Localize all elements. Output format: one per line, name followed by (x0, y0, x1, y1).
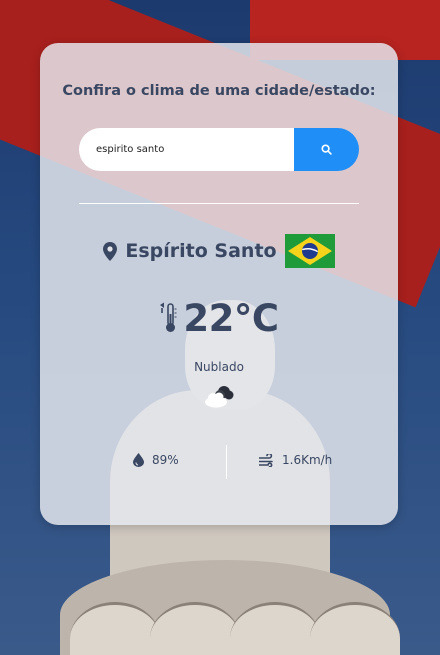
thermometer-icon (160, 302, 177, 332)
temperature-row: 22°C (40, 293, 398, 343)
location-row: Espírito Santo (40, 233, 398, 269)
location-pin-icon (103, 241, 118, 261)
section-divider (79, 203, 359, 204)
humidity-detail: 89% (133, 453, 179, 467)
wind-value: 1.6Km/h (282, 453, 333, 467)
brazil-flag-icon (284, 234, 335, 268)
humidity-value: 89% (152, 453, 179, 467)
card-title: Confira o clima de uma cidade/estado: (62, 83, 376, 99)
city-search-input[interactable] (79, 128, 294, 171)
search-bar (79, 128, 359, 171)
temperature-value: 22°C (183, 296, 279, 340)
weather-description: Nublado (194, 360, 244, 374)
search-button[interactable] (294, 128, 359, 171)
weather-card: Confira o clima de uma cidade/estado: Es… (40, 43, 398, 525)
city-name: Espírito Santo (125, 240, 277, 262)
droplet-icon (133, 453, 144, 467)
search-icon (321, 144, 332, 155)
wind-icon (259, 453, 273, 467)
details-divider (226, 445, 227, 479)
weather-details: 89% 1.6Km/h (40, 445, 398, 479)
wind-detail: 1.6Km/h (259, 453, 332, 467)
cloud-icon (205, 386, 234, 408)
